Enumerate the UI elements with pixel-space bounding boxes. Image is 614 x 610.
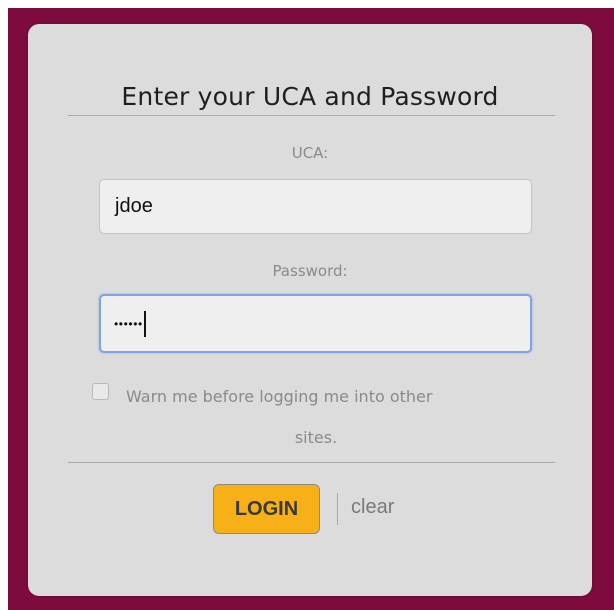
login-panel: Enter your UCA and Password UCA: jdoe Pa… [28,24,592,596]
login-title: Enter your UCA and Password [121,82,499,111]
text-cursor [143,310,146,337]
password-label: Password: [272,262,348,280]
clear-link[interactable]: clear [351,496,394,519]
warn-label-line2: sites. [294,428,338,447]
login-button[interactable]: LOGIN [213,484,320,534]
uca-input-value: jdoe [115,195,153,217]
title-divider [68,115,555,116]
actions-divider [68,462,555,463]
action-separator [337,493,338,525]
warn-checkbox-label[interactable]: Warn me before logging me into other sit… [126,376,566,458]
warn-checkbox[interactable] [92,383,109,400]
password-input-mask: •••••• [114,316,143,331]
password-input[interactable]: •••••• [99,294,532,353]
uca-input[interactable]: jdoe [99,179,532,234]
uca-label: UCA: [291,144,329,162]
warn-label-line1: Warn me before logging me into other [126,387,433,406]
